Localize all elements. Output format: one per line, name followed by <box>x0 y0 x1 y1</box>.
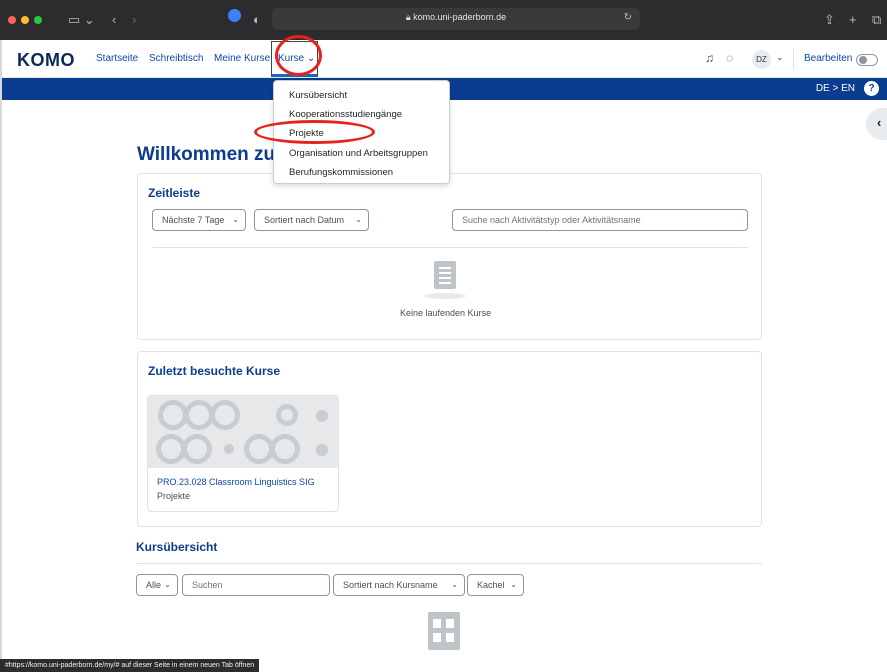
browser-toolbar: ▭ ⌄ ‹ › ◐ 🔒︎ komo.uni-paderborn.de ↻ ⇪ +… <box>0 0 887 40</box>
menu-item-kooperationsstudiengaenge[interactable]: Kooperationsstudiengänge <box>289 109 402 120</box>
chat-bubble-icon[interactable]: ◌ <box>726 51 733 65</box>
nav-meine-kurse[interactable]: Meine Kurse <box>214 53 270 64</box>
timeline-days-select[interactable]: Nächste 7 Tage ⌄ <box>152 209 246 231</box>
navbar-divider <box>793 49 794 69</box>
course-category: Projekte <box>157 491 191 501</box>
pattern-circle <box>276 404 298 426</box>
edit-mode-toggle[interactable] <box>856 54 878 66</box>
chevron-down-icon: ⌄ <box>164 580 171 589</box>
zoom-window-button[interactable] <box>34 16 42 24</box>
minimize-window-button[interactable] <box>21 16 29 24</box>
close-window-button[interactable] <box>8 16 16 24</box>
avatar[interactable]: DZ <box>752 50 771 69</box>
back-icon[interactable]: ‹ <box>112 10 116 30</box>
course-name-link[interactable]: PRO.23.028 Classroom Linguistics SIG <box>157 477 315 487</box>
privacy-shield-icon[interactable]: ◐ <box>253 10 261 30</box>
chevron-down-icon: ⌄ <box>232 215 239 224</box>
sidebar-toggle-icon[interactable]: ▭ ⌄ <box>68 10 95 30</box>
new-tab-icon[interactable]: + <box>849 10 857 30</box>
overview-sort-select[interactable]: Sortiert nach Kursname ⌄ <box>333 574 465 596</box>
tab-overview-icon[interactable]: ⧉ <box>872 10 881 30</box>
empty-list-icon <box>434 261 456 289</box>
pattern-dot <box>316 410 328 422</box>
recent-courses-title: Zuletzt besuchte Kurse <box>148 364 281 378</box>
menu-item-kursuebersicht[interactable]: Kursübersicht <box>289 90 347 101</box>
overview-view-select[interactable]: Kachel ⌄ <box>467 574 524 596</box>
course-overview-title: Kursübersicht <box>136 540 218 554</box>
lock-icon: 🔒︎ <box>405 12 414 22</box>
main-navbar: KOMO Startseite Schreibtisch Meine Kurse… <box>0 40 887 78</box>
menu-item-berufungskommissionen[interactable]: Berufungskommissionen <box>289 167 393 178</box>
share-icon[interactable]: ⇪ <box>824 10 835 30</box>
nav-schreibtisch[interactable]: Schreibtisch <box>149 53 203 64</box>
left-edge-strip <box>0 40 2 659</box>
forward-icon[interactable]: › <box>132 10 136 30</box>
timeline-divider <box>152 247 748 248</box>
status-bar: #https://komo.uni-paderborn.de/my/# auf … <box>0 659 260 672</box>
empty-courses-icon <box>428 612 460 650</box>
timeline-empty-text: Keine laufenden Kurse <box>400 308 492 318</box>
course-pattern-image <box>148 396 338 468</box>
pattern-circle <box>270 434 300 464</box>
url-text: 🔒︎ komo.uni-paderborn.de <box>405 12 507 22</box>
chevron-down-icon[interactable]: ⌄ <box>776 52 784 63</box>
timeline-sort-select[interactable]: Sortiert nach Datum ⌄ <box>254 209 369 231</box>
site-logo[interactable]: KOMO <box>17 50 75 71</box>
overview-divider <box>136 563 762 564</box>
timeline-search-input[interactable]: Suche nach Aktivitätstyp oder Aktivitäts… <box>452 209 748 231</box>
chevron-down-icon: ⌄ <box>510 580 517 589</box>
chevron-down-icon: ⌄ <box>451 580 458 589</box>
timeline-title: Zeitleiste <box>148 186 201 200</box>
pattern-dot <box>224 444 234 454</box>
projekte-highlight-ring <box>254 120 375 144</box>
help-icon[interactable]: ? <box>864 81 879 96</box>
pattern-circle <box>210 400 240 430</box>
overview-search-input[interactable]: Suchen <box>182 574 330 596</box>
overview-filter-select[interactable]: Alle ⌄ <box>136 574 178 596</box>
pattern-dot <box>316 444 328 456</box>
nav-startseite[interactable]: Startseite <box>96 53 138 64</box>
chevron-left-icon: ‹ <box>877 115 882 130</box>
pattern-circle <box>182 434 212 464</box>
kurse-highlight-ring <box>275 35 322 76</box>
edit-mode-label: Bearbeiten <box>804 53 853 64</box>
chevron-down-icon: ⌄ <box>355 215 362 224</box>
toggle-knob <box>859 56 867 64</box>
address-bar[interactable]: 🔒︎ komo.uni-paderborn.de ↻ <box>272 8 640 30</box>
language-switch[interactable]: DE > EN <box>816 83 855 94</box>
bell-icon[interactable]: ♫ <box>705 51 714 65</box>
drawer-toggle-button[interactable]: ‹ <box>866 108 887 140</box>
menu-item-organisation[interactable]: Organisation und Arbeitsgruppen <box>289 148 428 159</box>
icon-shadow <box>424 293 466 299</box>
extension-icon[interactable] <box>228 9 241 22</box>
course-card[interactable]: PRO.23.028 Classroom Linguistics SIG Pro… <box>147 395 339 512</box>
timeline-card: Zeitleiste Nächste 7 Tage ⌄ Sortiert nach… <box>137 173 762 340</box>
reload-icon[interactable]: ↻ <box>624 12 632 23</box>
